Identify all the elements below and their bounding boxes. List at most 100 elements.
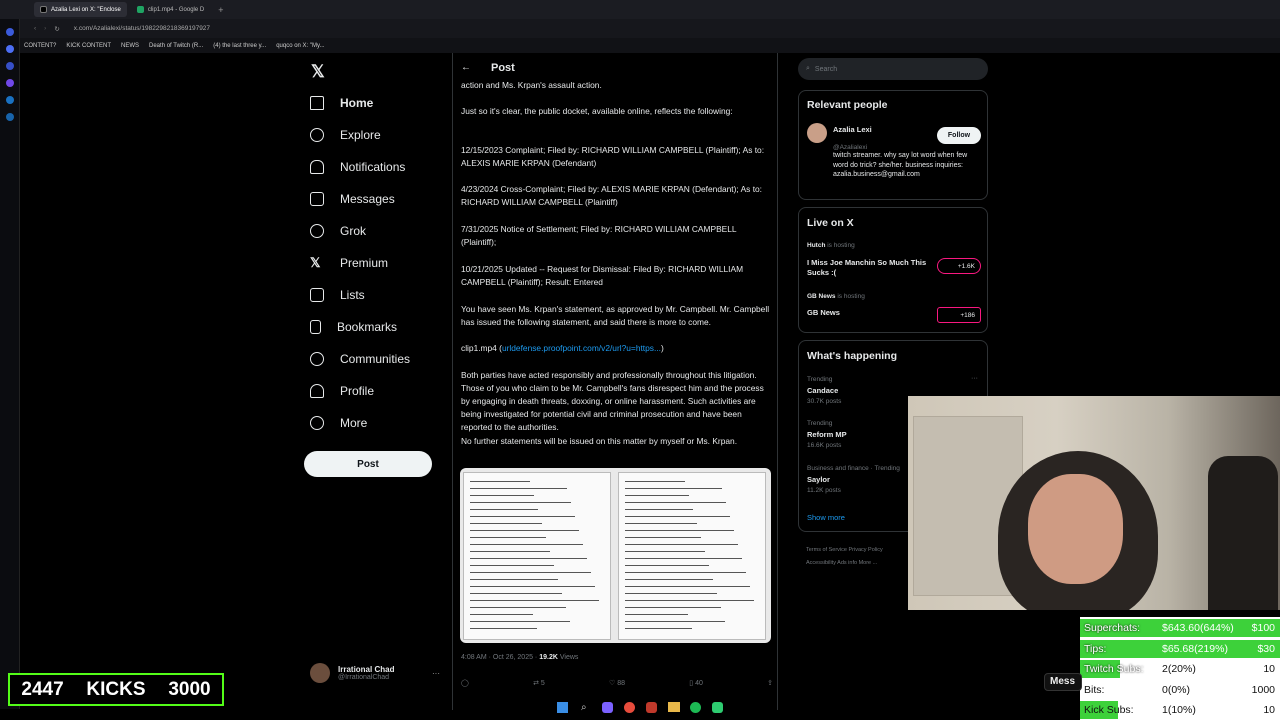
browser-tab-clip[interactable]: clip1.mp4 - Google D xyxy=(131,2,210,17)
bookmark-last-three[interactable]: (4) the last three y... xyxy=(213,43,266,49)
document-text-line xyxy=(625,565,709,567)
nav-communities[interactable]: Communities xyxy=(310,349,410,369)
streamer-face xyxy=(1028,474,1123,584)
goal-value: 2(20%) xyxy=(1162,663,1196,675)
obs-icon[interactable] xyxy=(646,702,657,713)
browser-tab-x-post[interactable]: Azalia Lexi on X: "Enclose xyxy=(34,2,127,17)
back-arrow-icon[interactable]: ← xyxy=(461,62,471,73)
nav-bookmarks[interactable]: Bookmarks xyxy=(310,317,397,337)
document-text-line xyxy=(470,523,542,525)
live-listener-badge[interactable]: +186 xyxy=(937,307,981,323)
bookmark-button[interactable]: ▯ 40 xyxy=(689,679,703,693)
bookmark-quqco[interactable]: quqco on X: "My... xyxy=(276,43,324,49)
account-handle: @IrrationalChad xyxy=(338,674,390,681)
nav-label: Messages xyxy=(340,192,395,206)
trend-item[interactable]: Trending Reform MP 16.6K posts xyxy=(807,420,847,449)
clip-label: clip1.mp4 ( xyxy=(461,343,502,353)
document-text-line xyxy=(470,579,558,581)
nav-label: Home xyxy=(340,96,374,110)
app-icon[interactable] xyxy=(712,702,723,713)
new-tab-icon[interactable]: + xyxy=(218,5,223,15)
goal-target: 1000 xyxy=(1251,683,1275,696)
sidebar-app-icon[interactable] xyxy=(5,45,14,53)
live-title[interactable]: GB News xyxy=(807,308,840,317)
bookmark-death-of-twitch[interactable]: Death of Twitch (R... xyxy=(149,43,203,49)
document-text-line xyxy=(625,572,746,574)
bookmark-news[interactable]: NEWS xyxy=(121,43,139,49)
nav-notifications[interactable]: Notifications xyxy=(310,157,405,177)
sidebar-app-icon[interactable] xyxy=(5,96,14,104)
windows-start-icon[interactable] xyxy=(557,702,568,713)
nav-home[interactable]: Home xyxy=(310,93,373,113)
nav-more[interactable]: More xyxy=(310,413,367,433)
folder-icon[interactable] xyxy=(668,702,680,712)
more-dots-icon[interactable]: ··· xyxy=(971,375,978,382)
trend-item[interactable]: Trending Candace 30.7K posts xyxy=(807,376,841,405)
sidebar-app-icon[interactable] xyxy=(5,79,14,87)
post-paragraph: Both parties have acted responsibly and … xyxy=(461,370,764,432)
search-icon[interactable]: ⌕ xyxy=(581,702,587,713)
goal-row: Bits: 0(0%) 1000 xyxy=(1080,680,1280,700)
reload-icon[interactable]: ↻ xyxy=(54,25,59,33)
clip-link[interactable]: urldefense.proofpoint.com/v2/url?u=https… xyxy=(502,343,661,353)
nav-explore[interactable]: Explore xyxy=(310,125,381,145)
account-switcher[interactable]: Irrational Chad @IrrationalChad ··· xyxy=(310,660,440,686)
browser-tab-bar: Azalia Lexi on X: "Enclose clip1.mp4 - G… xyxy=(0,0,1280,19)
post-paragraph: 4/23/2024 Cross-Complaint; Filed by: ALE… xyxy=(461,184,763,207)
spotify-icon[interactable] xyxy=(690,702,701,713)
sidebar-app-icon[interactable] xyxy=(5,113,14,121)
sidebar-app-icon[interactable] xyxy=(5,62,14,70)
footer-links[interactable]: Terms of Service Privacy Policy Accessib… xyxy=(806,544,906,570)
bookmark-kick-content[interactable]: KICK CONTENT xyxy=(66,43,111,49)
document-text-line xyxy=(470,544,583,546)
browser-sidebar xyxy=(0,19,20,709)
document-text-line xyxy=(625,551,705,553)
search-icon: ⌕ xyxy=(806,65,810,72)
like-button[interactable]: ♡ 88 xyxy=(609,679,625,693)
back-icon[interactable]: ‹ xyxy=(34,25,36,32)
more-dots-icon[interactable]: ··· xyxy=(432,669,440,678)
document-page xyxy=(618,472,766,640)
goal-row: Superchats: $643.60(644%) $100 xyxy=(1080,618,1280,638)
live-listener-badge[interactable]: +1.6K xyxy=(937,258,981,274)
follow-button[interactable]: Follow xyxy=(937,127,981,144)
nav-messages[interactable]: Messages xyxy=(310,189,395,209)
search-box[interactable]: ⌕ Search xyxy=(798,58,988,80)
document-text-line xyxy=(625,537,701,539)
live-title[interactable]: I Miss Joe Manchin So Much This Sucks :( xyxy=(807,258,927,278)
nav-label: Notifications xyxy=(340,160,406,174)
retweet-button[interactable]: ⇄ 5 xyxy=(533,679,545,693)
document-text-line xyxy=(625,488,722,490)
trend-item[interactable]: Business and finance · Trending Saylor 1… xyxy=(807,465,900,494)
avatar[interactable] xyxy=(807,123,827,143)
nav-label: Grok xyxy=(340,224,367,238)
post-button[interactable]: Post xyxy=(304,451,432,477)
discord-icon[interactable] xyxy=(602,702,613,713)
x-logo-icon[interactable]: 𝕏 xyxy=(311,62,325,82)
card-title: Live on X xyxy=(807,217,854,229)
address-bar[interactable]: ‹ › ↻ x.com/Azalialexi/status/1982298218… xyxy=(0,19,1280,38)
court-documents-image[interactable] xyxy=(460,468,771,643)
post-text-partial: action and Ms. Krpan's assault action. xyxy=(461,80,602,90)
document-text-line xyxy=(470,628,537,630)
nav-label: More xyxy=(340,416,368,430)
forward-icon[interactable]: › xyxy=(44,25,46,32)
browser-icon[interactable] xyxy=(624,702,635,713)
reply-icon[interactable]: ◯ xyxy=(461,679,469,693)
bookmark-content[interactable]: CONTENT? xyxy=(24,43,56,49)
nav-premium[interactable]: 𝕏 Premium xyxy=(310,253,388,273)
url-text[interactable]: x.com/Azalialexi/status/1982298218369197… xyxy=(74,25,210,32)
nav-grok[interactable]: Grok xyxy=(310,221,366,241)
nav-profile[interactable]: Profile xyxy=(310,381,374,401)
nav-lists[interactable]: Lists xyxy=(310,285,365,305)
sidebar-app-icon[interactable] xyxy=(5,28,14,36)
show-more-link[interactable]: Show more xyxy=(807,513,845,522)
document-text-line xyxy=(625,502,726,504)
post-views: 19.2K xyxy=(539,654,558,661)
nav-label: Lists xyxy=(340,288,365,302)
messages-drawer-partial[interactable]: Mess xyxy=(1044,673,1082,691)
live-on-x-card: Live on X Hutch is hosting I Miss Joe Ma… xyxy=(798,207,988,333)
grok-icon xyxy=(310,224,324,238)
share-icon[interactable]: ⇪ xyxy=(767,679,773,693)
person-name[interactable]: Azalia Lexi xyxy=(833,125,872,134)
